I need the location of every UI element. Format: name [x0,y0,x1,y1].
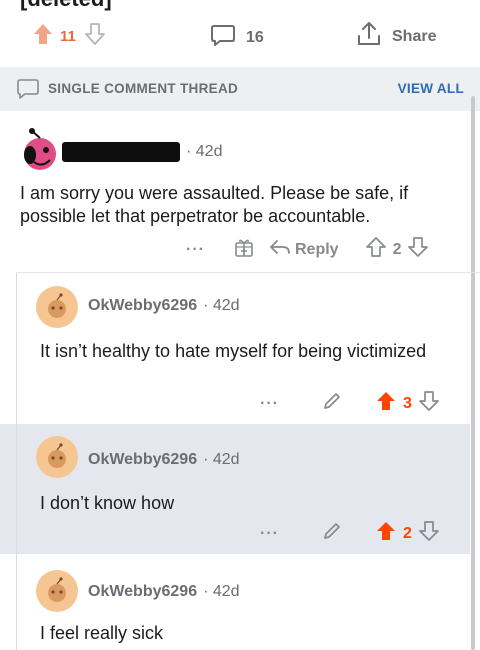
comment-actions: ··· 2 [260,520,440,547]
view-all-link[interactable]: VIEW ALL [398,81,464,96]
comment-actions: ··· 3 [260,390,440,417]
comment-top-level: · 42d I am sorry you were assaulted. Ple… [0,120,470,270]
post-vote-group: 11 [32,22,106,51]
comment-meta: OkWebby6296 · 42d [88,297,240,315]
downvote-icon[interactable] [418,520,440,547]
comment-meta: OkWebby6296 · 42d [88,583,240,601]
divider [16,272,480,273]
comments-button[interactable]: 16 [210,22,264,53]
comment-actions: ··· Reply 2 [186,236,429,263]
comment-score: 2 [402,524,412,542]
username[interactable]: OkWebby6296 [88,583,197,601]
thread-line [16,272,17,650]
comment-thread-icon [16,77,40,106]
thread-header: SINGLE COMMENT THREAD VIEW ALL [0,67,480,111]
upvote-icon[interactable] [32,22,54,51]
comment-bubble-icon [210,22,236,53]
comment-age: · 42d [203,583,240,600]
avatar[interactable] [36,286,78,328]
scrollbar[interactable] [471,96,475,650]
comment-meta: OkWebby6296 · 42d [88,451,240,469]
reply-comment: OkWebby6296 · 42d I feel really sick [20,564,470,650]
share-label: Share [392,27,437,45]
more-options-icon[interactable]: ··· [186,241,205,259]
comment-age: · 42d [186,143,223,160]
reply-comment-highlighted: OkWebby6296 · 42d I don’t know how ··· 2 [20,430,470,550]
more-options-icon[interactable]: ··· [260,525,279,543]
avatar[interactable] [36,570,78,612]
reply-label: Reply [294,240,339,258]
reply-button[interactable]: Reply [269,237,339,262]
avatar[interactable] [36,436,78,478]
comment-body: I don’t know how [40,493,175,513]
comment-body: I feel really sick [40,623,164,643]
edit-pencil-icon[interactable] [321,520,343,547]
downvote-icon[interactable] [84,22,106,51]
comment-body: It isn’t healthy to hate myself for bein… [40,341,427,361]
comment-score: 2 [392,240,402,258]
award-icon[interactable] [233,236,255,263]
comment-age: · 42d [203,451,240,468]
avatar[interactable] [16,128,64,181]
comment-score: 3 [402,394,412,412]
username[interactable]: OkWebby6296 [88,297,197,315]
share-button[interactable]: Share [356,20,436,53]
downvote-icon[interactable] [418,390,440,417]
upvote-active-icon[interactable] [375,390,397,417]
comment-body: I am sorry you were assaulted. Please be… [20,183,409,226]
thread-title: SINGLE COMMENT THREAD [48,81,239,96]
more-options-icon[interactable]: ··· [260,395,279,413]
share-icon [356,20,382,53]
comment-age: · 42d [203,297,240,314]
upvote-active-icon[interactable] [375,520,397,547]
upvote-icon[interactable] [365,236,387,263]
reply-comment: OkWebby6296 · 42d It isn’t healthy to ha… [20,280,470,420]
post-action-bar: 11 16 Share [0,20,480,54]
redacted-username [62,142,180,162]
comment-count: 16 [246,28,264,46]
post-score: 11 [60,28,76,45]
reply-icon [269,237,291,262]
username[interactable]: OkWebby6296 [88,451,197,469]
edit-pencil-icon[interactable] [321,390,343,417]
deleted-label: [deleted] [20,0,112,12]
comment-meta: · 42d [62,142,222,162]
downvote-icon[interactable] [407,236,429,263]
